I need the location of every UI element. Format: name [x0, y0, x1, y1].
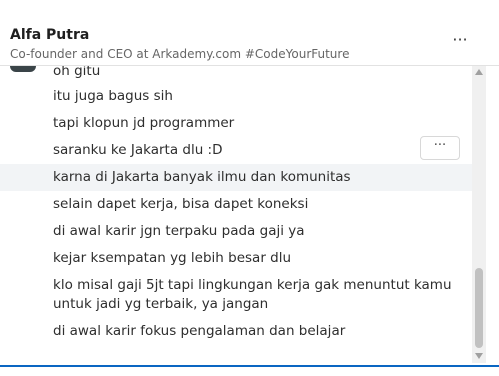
message-item: saranku ke Jakarta dlu :D ···	[0, 136, 472, 160]
contact-name[interactable]: Alfa Putra	[10, 27, 89, 43]
message-item: kejar ksempatan yg lebih besar dlu	[53, 250, 292, 266]
message-item-hovered: karna di Jakarta banyak ilmu dan komunit…	[0, 164, 472, 191]
message-thread[interactable]: oh gitu itu juga bagus sih tapi klopun j…	[0, 66, 472, 363]
more-options-icon[interactable]: ···	[448, 32, 472, 51]
message-item: di awal karir jgn terpaku pada gaji ya	[53, 223, 305, 239]
message-text: karna di Jakarta banyak ilmu dan komunit…	[53, 169, 351, 185]
contact-avatar[interactable]	[10, 66, 36, 72]
message-item: tapi klopun jd programmer	[53, 115, 235, 131]
compose-area[interactable]	[0, 367, 499, 376]
message-item: selain dapet kerja, bisa dapet koneksi	[53, 196, 309, 212]
message-item: itu juga bagus sih	[53, 88, 173, 104]
message-item: klo misal gaji 5jt tapi lingkungan kerja…	[53, 277, 452, 312]
message-item: di awal karir fokus pengalaman dan belaj…	[53, 323, 346, 339]
conversation-header: Alfa Putra Co-founder and CEO at Arkadem…	[0, 0, 499, 66]
contact-headline: Co-founder and CEO at Arkademy.com #Code…	[10, 47, 350, 61]
message-text: saranku ke Jakarta dlu :D	[53, 142, 223, 158]
scroll-up-icon[interactable]	[472, 68, 486, 76]
message-more-options-icon[interactable]: ···	[420, 136, 460, 160]
scroll-down-icon[interactable]	[472, 352, 486, 360]
message-item: oh gitu	[53, 66, 101, 79]
scrollbar-thumb[interactable]	[475, 268, 483, 348]
scrollbar[interactable]	[472, 66, 486, 363]
